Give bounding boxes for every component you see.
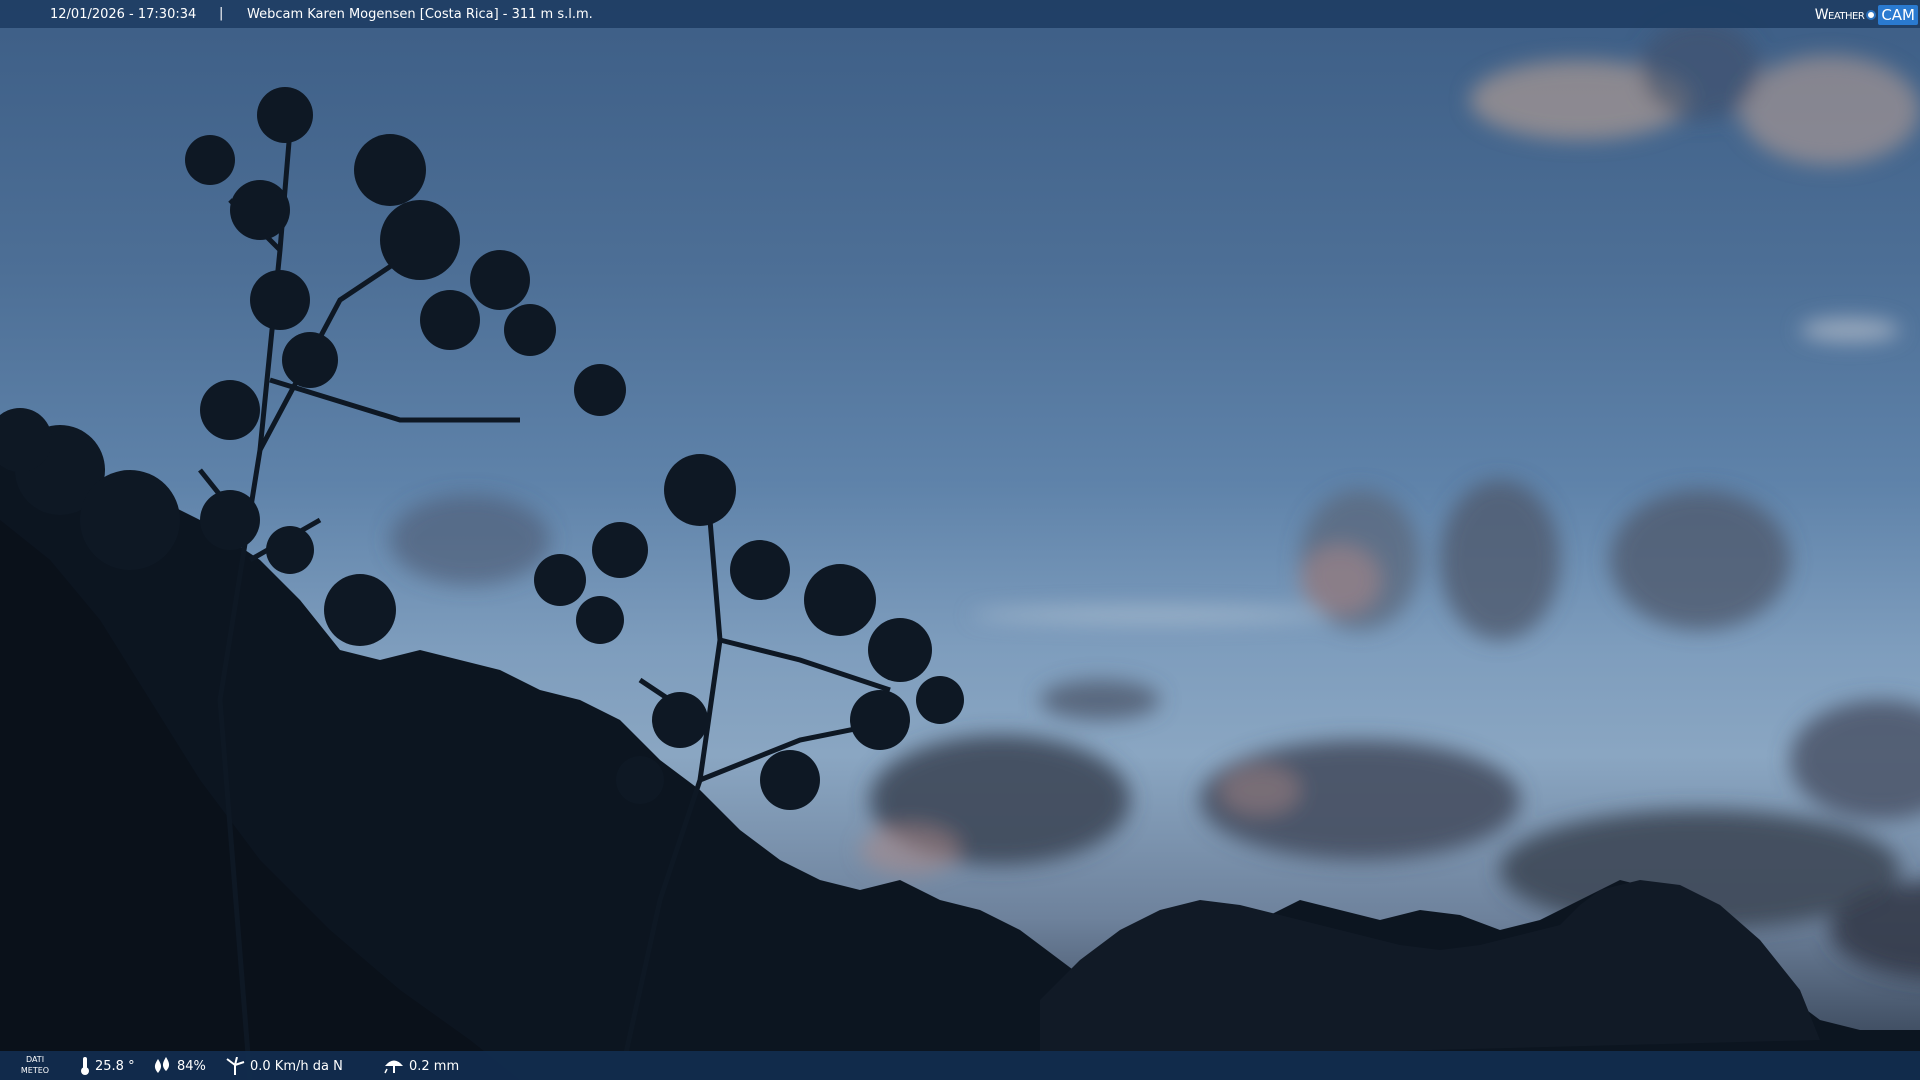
timestamp: 12/01/2026 - 17:30:34 [50, 7, 197, 22]
rain-value: 0.2 mm [409, 1058, 460, 1074]
webcam-title: Webcam Karen Mogensen [Costa Rica] - 311… [247, 7, 593, 22]
logo-weather-text: Weather [1814, 7, 1865, 23]
top-info-bar: 12/01/2026 - 17:30:34 | Webcam Karen Mog… [0, 0, 1920, 28]
logo-cam-text: CAM [1878, 5, 1918, 25]
webcam-frame: 12/01/2026 - 17:30:34 | Webcam Karen Mog… [0, 0, 1920, 1080]
logo-dot-icon [1866, 10, 1877, 20]
weather-data-bar: DATI METEO 25.8 ° 84% 0.0 Km/h da N 0.2 … [0, 1051, 1920, 1080]
wind-reading: 0.0 Km/h da N [225, 1057, 343, 1075]
rain-umbrella-icon [384, 1060, 403, 1074]
landscape-scene [0, 20, 1920, 1080]
thermometer-icon [81, 1057, 89, 1075]
wind-value: 0.0 Km/h da N [250, 1058, 343, 1074]
rain-reading: 0.2 mm [384, 1057, 459, 1075]
humidity-drops-icon [154, 1057, 170, 1073]
humidity-reading: 84% [152, 1057, 206, 1075]
humidity-value: 84% [177, 1058, 206, 1074]
weathercam-logo: Weather CAM [1815, 4, 1918, 26]
weather-data-label: DATI METEO [20, 1054, 50, 1076]
label-line-dati: DATI [25, 1055, 45, 1064]
label-line-meteo: METEO [20, 1066, 50, 1075]
wind-turbine-icon [226, 1057, 245, 1075]
header-separator: | [219, 6, 224, 21]
temperature-value: 25.8 ° [95, 1058, 135, 1074]
temperature-reading: 25.8 ° [80, 1057, 135, 1075]
